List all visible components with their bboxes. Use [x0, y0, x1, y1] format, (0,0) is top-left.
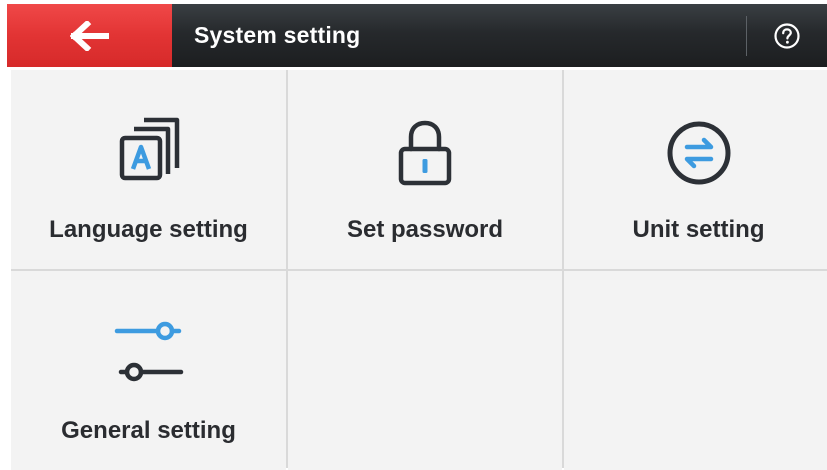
- tile-label: Language setting: [49, 216, 248, 243]
- page-title: System setting: [194, 22, 361, 48]
- empty-tile: [564, 271, 827, 470]
- swap-arrows-icon: [667, 121, 730, 185]
- system-setting-screen: System setting Language setting Set pass…: [0, 0, 827, 470]
- header-bar: System setting: [7, 4, 827, 67]
- back-button[interactable]: [7, 4, 172, 67]
- sliders-icon: [114, 321, 183, 382]
- question-circle-icon: [774, 22, 800, 49]
- tile-label: Set password: [346, 216, 504, 243]
- tile-set-password[interactable]: Set password: [288, 70, 562, 269]
- tile-label: General setting: [61, 417, 236, 444]
- empty-tile: [288, 271, 562, 470]
- tile-unit-setting[interactable]: Unit setting: [564, 70, 827, 269]
- tile-language-setting[interactable]: Language setting: [11, 70, 286, 269]
- help-button[interactable]: [747, 4, 827, 67]
- language-icon: [119, 117, 179, 181]
- tile-label: Unit setting: [632, 216, 765, 243]
- lock-icon: [398, 120, 452, 186]
- arrow-left-icon: [69, 20, 109, 51]
- settings-grid: Language setting Set password Unit setti…: [11, 70, 827, 470]
- tile-general-setting[interactable]: General setting: [11, 271, 286, 470]
